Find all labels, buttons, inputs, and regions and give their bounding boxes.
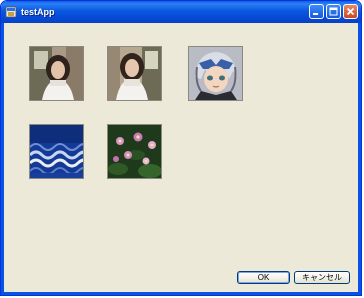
app-window: testApp OK キャンセル bbox=[0, 0, 362, 296]
girl-window-photo-1 bbox=[30, 47, 83, 100]
image-thumbnail-1[interactable] bbox=[29, 46, 84, 101]
window-frame-right bbox=[358, 23, 361, 295]
girl-window-photo-2 bbox=[108, 47, 161, 100]
close-icon bbox=[346, 7, 355, 16]
pink-flowers-photo bbox=[108, 125, 161, 178]
blue-wave-texture bbox=[30, 125, 83, 178]
image-thumbnail-2[interactable] bbox=[107, 46, 162, 101]
window-frame-left bbox=[1, 23, 4, 295]
maximize-button[interactable] bbox=[326, 4, 341, 19]
minimize-icon bbox=[313, 13, 318, 15]
maximize-icon bbox=[329, 7, 338, 16]
minimize-button[interactable] bbox=[309, 4, 324, 19]
window-frame-bottom bbox=[1, 292, 361, 295]
image-thumbnail-3[interactable] bbox=[188, 46, 243, 101]
ok-button[interactable]: OK bbox=[237, 271, 290, 284]
title-bar[interactable]: testApp bbox=[1, 1, 361, 23]
close-button[interactable] bbox=[343, 4, 358, 19]
cancel-button[interactable]: キャンセル bbox=[294, 271, 350, 284]
image-thumbnail-5[interactable] bbox=[107, 124, 162, 179]
anime-character-portrait bbox=[189, 47, 242, 100]
image-thumbnail-4[interactable] bbox=[29, 124, 84, 179]
app-icon bbox=[5, 5, 17, 18]
window-title: testApp bbox=[21, 7, 55, 17]
